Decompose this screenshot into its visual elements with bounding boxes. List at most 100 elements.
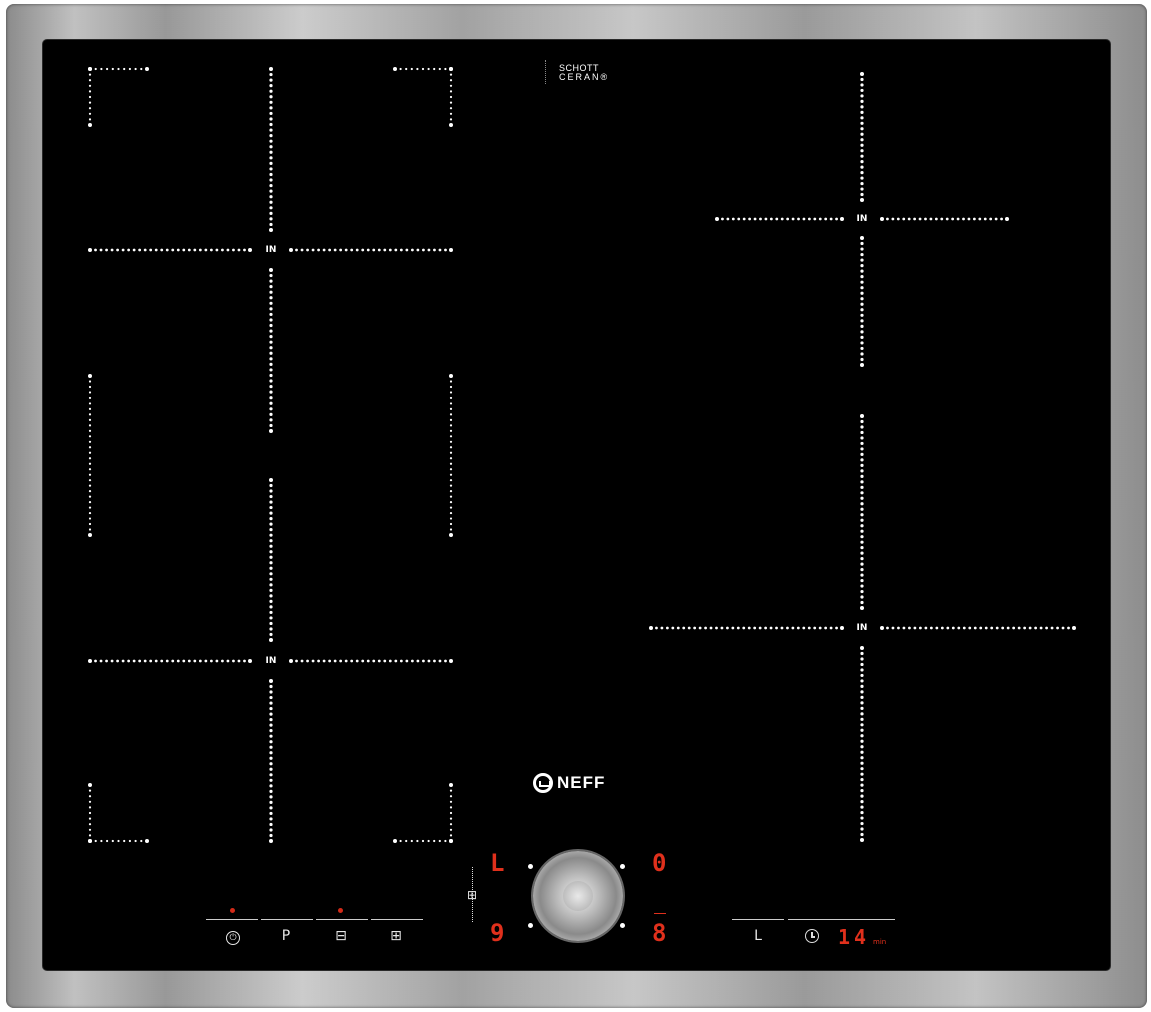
zone-cross-dot (860, 480, 864, 484)
zone-cross-dot (860, 595, 864, 599)
zone-cross-dot (715, 626, 718, 630)
zone-corner-dot (117, 839, 120, 843)
child-lock-button[interactable]: L (738, 928, 778, 944)
zone-corner-dot (449, 800, 453, 803)
zone-cross-dot (269, 222, 273, 227)
zone-cross-dot (269, 555, 273, 559)
zone-corner-dot (123, 839, 126, 843)
zone-cross-dot (945, 217, 949, 221)
zone-cross-dot (269, 539, 273, 543)
zone-corner-dot (449, 501, 453, 504)
zone-cross-dot (215, 659, 219, 663)
zone-cross-dot (269, 150, 273, 154)
zone-cross-dot (929, 626, 933, 630)
zone-cross-dot (154, 248, 158, 252)
zone-cross-dot (269, 478, 273, 482)
zone-cross-dot (769, 217, 773, 221)
zone-cross-dot (317, 659, 320, 663)
zone-corner-dot (449, 107, 453, 110)
zone-cross-dot (860, 706, 864, 710)
twist-pad-knob[interactable] (533, 851, 623, 941)
zone-cross-dot (747, 626, 751, 630)
zone-cross-dot (269, 290, 273, 294)
zone-cross-dot (1006, 626, 1010, 630)
zone-corner-dot (88, 413, 92, 416)
zone-cross-dot (127, 248, 131, 252)
zone-cross-dot (1045, 626, 1048, 630)
zone-corner-dot (88, 783, 92, 787)
zone-cross-dot (715, 217, 719, 221)
zone-cross-dot (269, 161, 273, 165)
zone-corner-dot (88, 811, 92, 815)
zone-cross-dot (269, 390, 273, 394)
zone-cross-dot (860, 513, 864, 517)
zone-cross-dot (860, 181, 864, 186)
zone-corner-dot (140, 839, 143, 843)
zone-cross-dot (269, 828, 273, 832)
zone-cross-dot (269, 561, 273, 565)
zone-cross-dot (721, 217, 724, 221)
zone-cross-dot (209, 248, 213, 252)
zone-cross-dot (962, 217, 965, 221)
timer-value: 14 (838, 925, 871, 949)
zone-cross-dot (660, 626, 664, 630)
zone-cross-dot (248, 659, 252, 663)
zone-cross-dot (860, 529, 864, 533)
zone-corner-dot (88, 462, 92, 465)
zone-cross-dot (269, 706, 273, 711)
boost-button-divider (371, 919, 423, 920)
zone-cross-dot (339, 659, 343, 663)
zone-corner-dot (449, 506, 453, 509)
zone-cross-dot (269, 139, 273, 143)
zone-cross-dot (269, 701, 273, 705)
zone-cross-dot (226, 248, 230, 252)
zone-cross-dot (121, 659, 125, 663)
zone-cross-dot (829, 217, 833, 221)
zone-cross-dot (897, 626, 900, 630)
zone-cross-dot (973, 626, 977, 630)
program-button[interactable]: P (266, 928, 306, 944)
zone-cross-dot (269, 756, 273, 760)
zone-cross-dot (860, 800, 864, 804)
zone-cross-dot (698, 626, 702, 630)
zone-cross-dot (709, 626, 713, 630)
zone-corner-dot (100, 839, 103, 843)
zone-corner-dot (416, 67, 419, 71)
clock-icon[interactable] (805, 929, 819, 943)
zone-cross-dot (860, 832, 864, 837)
zone-cross-dot (935, 626, 939, 630)
zone-cross-dot (860, 491, 864, 495)
zone-cross-dot (759, 217, 762, 221)
zone-cross-dot (322, 248, 326, 252)
zone-cross-dot (860, 458, 864, 462)
zone-cross-dot (269, 373, 273, 378)
zone-corner-dot (134, 67, 137, 71)
zone-cross-dot (269, 522, 273, 526)
zone-corner-dot (449, 391, 453, 394)
zone-cross-dot (860, 105, 864, 109)
zone-cross-dot (860, 606, 864, 610)
zone-cross-dot (176, 248, 180, 252)
zone-cross-dot (860, 767, 864, 771)
zone-cross-dot (860, 524, 864, 528)
zone-cross-dot (154, 659, 158, 663)
boost-button[interactable]: ⊞ (376, 928, 416, 944)
zone-cross-dot (676, 626, 680, 630)
zone-cross-dot (860, 308, 864, 312)
zone-cross-dot (902, 626, 906, 630)
zone-corner-dot (449, 451, 453, 454)
zone-cross-dot (665, 626, 669, 630)
zone-corner-dot (449, 806, 453, 809)
zone-cross-dot (957, 626, 961, 630)
zone-corner-dot (449, 429, 453, 432)
zone-cross-dot (269, 183, 273, 188)
zone-corner-dot (449, 396, 453, 400)
flex-button-divider (316, 919, 368, 920)
zone-cross-dot (269, 423, 273, 428)
zone-corner-dot (427, 67, 430, 71)
zone-cross-dot (1061, 626, 1065, 630)
flex-zone-button[interactable]: ⊟ (321, 928, 361, 944)
zone-cross-dot (860, 600, 864, 605)
power-button[interactable]: ⏻ (213, 928, 253, 945)
zone-corner-dot (449, 95, 453, 99)
